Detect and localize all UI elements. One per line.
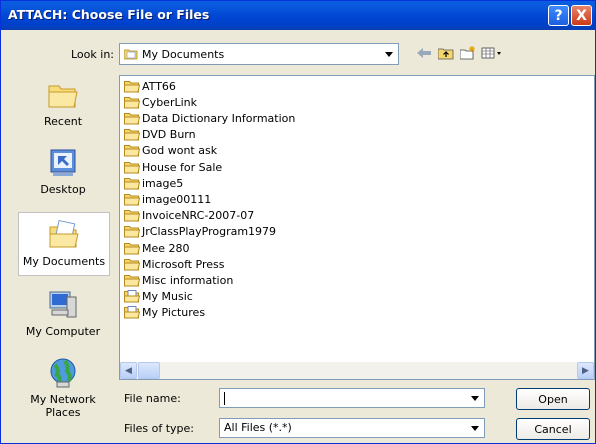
network-places-icon (47, 357, 79, 389)
file-name: image5 (142, 176, 184, 190)
place-label: Recent (43, 115, 83, 128)
lookin-label: Look in: (71, 48, 114, 61)
file-name: God wont ask (142, 144, 218, 158)
file-list-item[interactable]: God wont ask (124, 143, 217, 159)
dialog-title: ATTACH: Choose File or Files (8, 7, 210, 22)
file-list-item[interactable]: JrClassPlayProgram1979 (124, 224, 276, 240)
file-list-item[interactable]: InvoiceNRC-2007-07 (124, 208, 254, 224)
folder-icon (124, 177, 141, 190)
folder-icon (124, 161, 141, 174)
help-icon: ? (554, 7, 563, 24)
lookin-value: My Documents (142, 48, 225, 61)
folder-icon (124, 225, 141, 238)
file-name: Mee 280 (142, 241, 190, 255)
folder-icon (124, 128, 141, 141)
file-name: CyberLink (142, 95, 197, 109)
file-list-item[interactable]: House for Sale (124, 159, 222, 175)
new-folder-icon[interactable] (459, 44, 477, 62)
place-label: My Computer (25, 325, 101, 338)
file-list-item[interactable]: image5 (124, 175, 183, 191)
help-button[interactable]: ? (548, 5, 569, 26)
folder-icon (124, 258, 141, 271)
place-label: Desktop (40, 183, 86, 196)
filename-input[interactable] (219, 388, 485, 408)
my-computer-icon (47, 289, 79, 321)
file-name: House for Sale (142, 160, 223, 174)
file-name: DVD Burn (142, 128, 196, 142)
chevron-down-icon[interactable] (381, 45, 397, 63)
folder-icon (124, 193, 141, 206)
filename-label: File name: (124, 392, 181, 405)
file-list-item[interactable]: My Music (124, 289, 193, 305)
file-name: InvoiceNRC-2007-07 (142, 209, 255, 223)
place-my-computer[interactable]: My Computer (15, 289, 111, 338)
file-list-item[interactable]: Mee 280 (124, 240, 190, 256)
folder-icon (124, 209, 141, 222)
place-label: My Network Places (30, 393, 96, 419)
close-icon: X (576, 7, 587, 24)
file-name: Microsoft Press (142, 257, 225, 271)
file-name: My Pictures (142, 306, 206, 320)
file-name: Misc information (142, 273, 234, 287)
special-folder-icon (124, 306, 141, 319)
file-dialog: ATTACH: Choose File or Files ? X Look in… (0, 0, 596, 444)
title-bar[interactable]: ATTACH: Choose File or Files ? X (1, 1, 595, 30)
lookin-dropdown[interactable]: My Documents (119, 43, 399, 65)
place-network[interactable]: My Network Places (15, 357, 111, 419)
folder-icon (124, 144, 141, 157)
chevron-down-icon[interactable] (467, 420, 483, 436)
scrollbar-thumb[interactable] (138, 362, 160, 379)
folder-icon (124, 80, 141, 93)
folder-icon (124, 274, 141, 287)
text-caret (224, 392, 225, 405)
filetype-dropdown[interactable]: All Files (*.*) (219, 418, 485, 438)
file-list-item[interactable]: DVD Burn (124, 127, 196, 143)
file-name: Data Dictionary Information (142, 111, 296, 125)
back-icon[interactable] (415, 44, 433, 62)
file-list-item[interactable]: image00111 (124, 191, 211, 207)
file-list-item[interactable]: Microsoft Press (124, 256, 225, 272)
file-list-item[interactable]: Misc information (124, 272, 233, 288)
file-name: JrClassPlayProgram1979 (142, 225, 277, 239)
file-name: ATT66 (142, 79, 176, 93)
file-name: My Music (142, 290, 193, 304)
place-label: My Documents (22, 255, 106, 268)
file-list[interactable]: ATT66 CyberLink Data Dictionary Informatio… (119, 75, 595, 380)
folder-icon (124, 96, 141, 109)
close-button[interactable]: X (571, 5, 592, 26)
chevron-down-icon[interactable] (467, 390, 483, 406)
scroll-right-icon[interactable]: ▶ (577, 362, 594, 379)
file-list-item[interactable]: CyberLink (124, 94, 197, 110)
place-recent[interactable]: Recent (15, 79, 111, 128)
view-menu-icon[interactable] (481, 44, 503, 62)
my-documents-icon (48, 219, 80, 251)
desktop-icon (47, 147, 79, 179)
place-my-documents[interactable]: My Documents (18, 212, 110, 276)
recent-folder-icon (47, 79, 79, 111)
place-desktop[interactable]: Desktop (15, 147, 111, 196)
folder-icon (124, 112, 141, 125)
my-documents-small-icon (124, 49, 138, 60)
up-folder-icon[interactable] (437, 44, 455, 62)
scroll-left-icon[interactable]: ◀ (120, 362, 137, 379)
open-button[interactable]: Open (516, 388, 590, 410)
horizontal-scrollbar[interactable]: ◀ ▶ (120, 362, 594, 379)
file-list-item[interactable]: ATT66 (124, 78, 176, 94)
file-list-item[interactable]: Data Dictionary Information (124, 110, 295, 126)
filetype-label: Files of type: (124, 422, 195, 435)
file-list-item[interactable]: My Pictures (124, 305, 205, 321)
filetype-value: All Files (*.*) (224, 421, 292, 434)
special-folder-icon (124, 290, 141, 303)
folder-icon (124, 242, 141, 255)
cancel-button[interactable]: Cancel (516, 418, 590, 440)
places-bar: Recent Desktop My Documents My Computer … (1, 75, 116, 443)
file-name: image00111 (142, 192, 212, 206)
